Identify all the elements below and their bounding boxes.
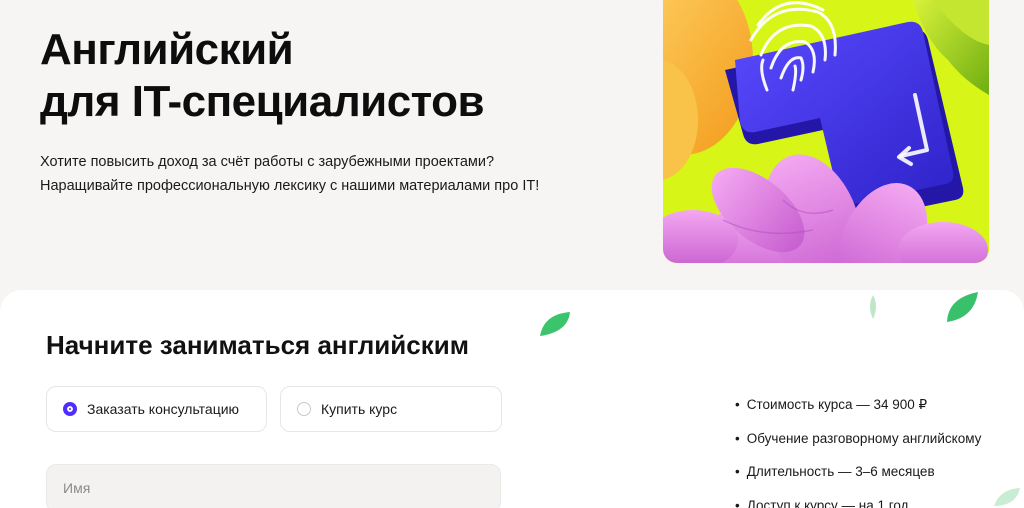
- hero-subtitle-line-2: Наращивайте профессиональную лексику с н…: [40, 178, 540, 194]
- radio-unselected-icon[interactable]: [297, 402, 311, 416]
- radio-selected-icon[interactable]: [63, 402, 77, 416]
- leaf-icon: [870, 295, 876, 319]
- option-buy-course[interactable]: Купить курс: [280, 386, 502, 432]
- fact-speaking: Обучение разговорному английскому: [735, 422, 982, 456]
- hero-subtitle-line-1: Хотите повысить доход за счёт работы с з…: [40, 154, 495, 170]
- fact-access: Доступ к курсу — на 1 год: [735, 489, 981, 508]
- name-input[interactable]: [46, 464, 501, 508]
- hero-subtitle: Хотите повысить доход за счёт работы с з…: [40, 150, 539, 198]
- page-title: Английский для IT-специалистов: [40, 24, 485, 128]
- option-consultation-label: Заказать консультацию: [87, 401, 240, 417]
- form-title: Начните заниматься английским: [46, 330, 469, 360]
- option-buy-course-label: Купить курс: [321, 401, 398, 417]
- fact-duration: Длительность — 3–6 месяцев: [735, 455, 981, 489]
- leaf-icon: [540, 312, 570, 336]
- leaf-icon: [947, 292, 978, 322]
- course-facts: Стоимость курса — 34 900 ₽ Обучение разг…: [735, 388, 982, 508]
- fact-price: Стоимость курса — 34 900 ₽: [735, 388, 981, 422]
- leaf-icon: [994, 488, 1020, 506]
- hero-illustration: [663, 0, 989, 263]
- page-title-line-2: для IT-специалистов: [40, 77, 485, 126]
- fingerprint-enter-key-icon: [663, 0, 989, 263]
- page-title-line-1: Английский: [40, 25, 294, 74]
- option-consultation[interactable]: Заказать консультацию: [46, 386, 267, 432]
